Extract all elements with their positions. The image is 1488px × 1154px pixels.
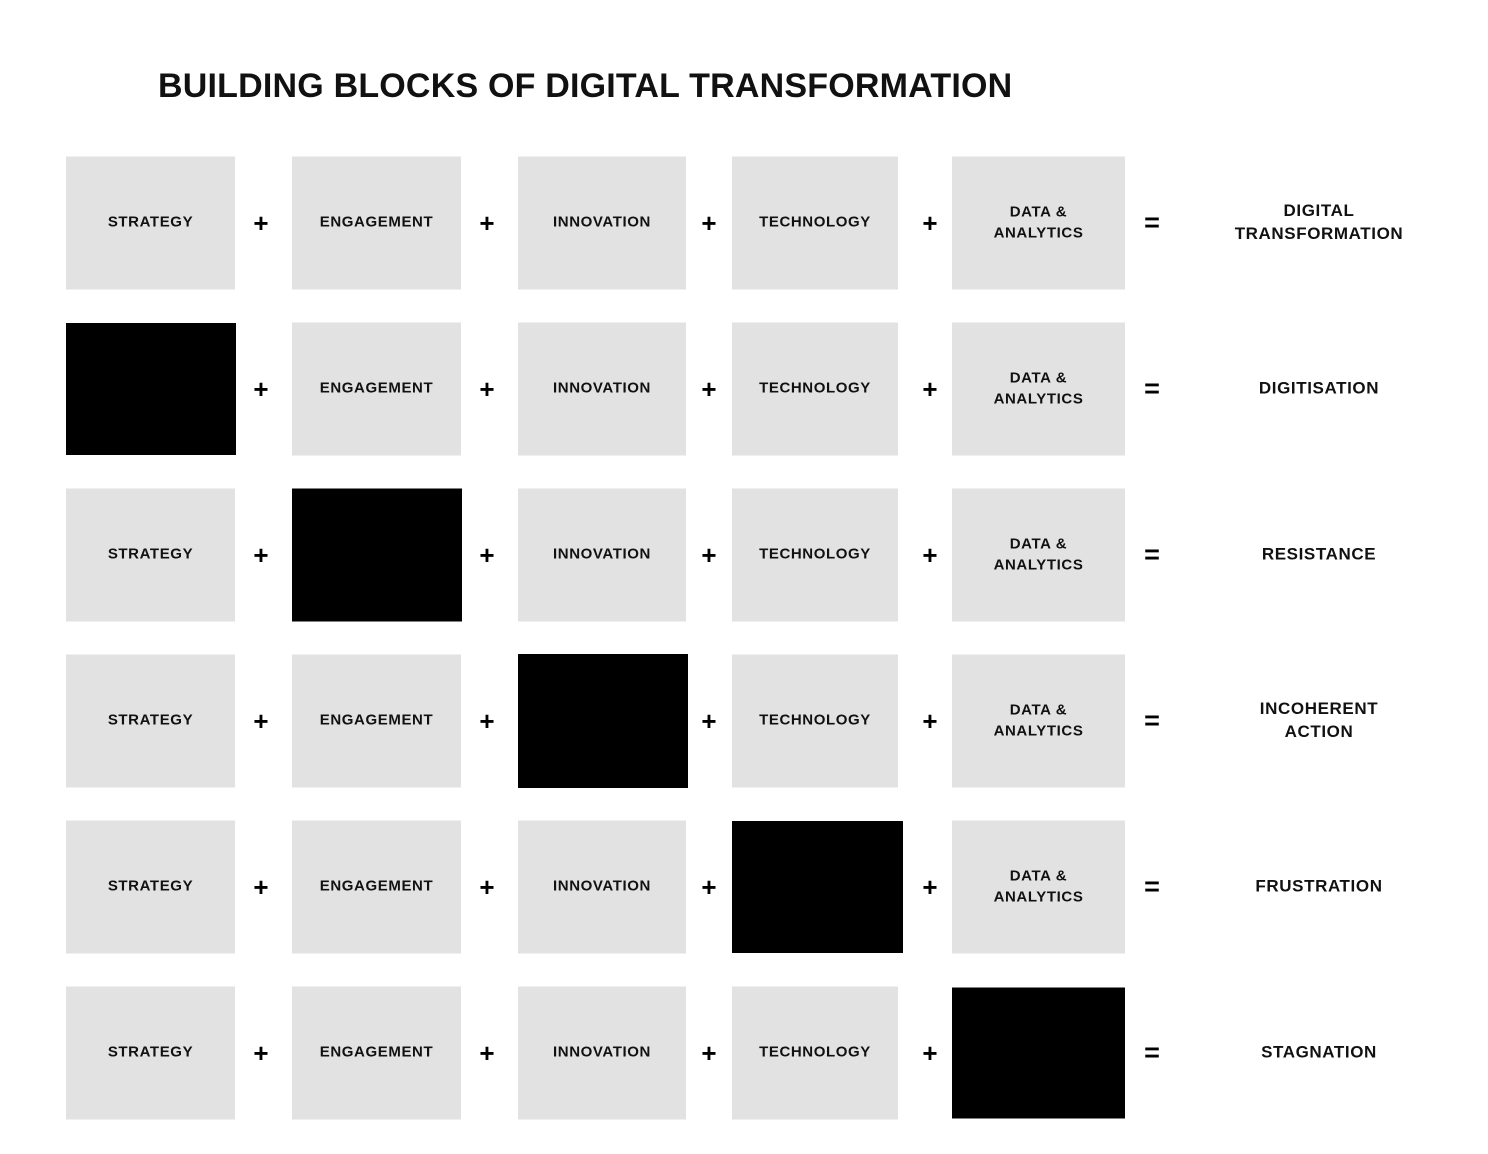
equation-result: INCOHERENT ACTION bbox=[1259, 699, 1379, 741]
block-innovation[interactable]: INNOVATION bbox=[518, 322, 686, 456]
block-technology[interactable]: TECHNOLOGY bbox=[732, 322, 898, 456]
block-strategy[interactable]: STRATEGY bbox=[66, 820, 235, 954]
block-label: STRATEGY bbox=[107, 1043, 194, 1061]
plus-icon: + bbox=[253, 540, 269, 570]
block-label: TECHNOLOGY bbox=[759, 545, 871, 563]
equation-result: DIGITAL TRANSFORMATION bbox=[1234, 201, 1404, 243]
block-innovation[interactable]: INNOVATION bbox=[518, 156, 686, 290]
plus-icon: + bbox=[479, 208, 495, 238]
block-strategy-missing[interactable]: STRATEGY bbox=[66, 323, 236, 455]
block-data_analytics[interactable]: DATA & ANALYTICS bbox=[952, 654, 1125, 788]
plus-icon: + bbox=[922, 374, 938, 404]
equation-row: STRATEGY + ENGAGEMENT + INNOVATION + TECHNOLOG… bbox=[0, 804, 1488, 970]
equation-row: STRATEGY + ENGAGEMENT + INNOVATION + TECHNOLOG… bbox=[0, 140, 1488, 306]
block-engagement-missing[interactable]: ENGAGEMENT bbox=[292, 488, 462, 622]
block-label: STRATEGY bbox=[107, 711, 194, 729]
equals-icon: = bbox=[1144, 705, 1160, 736]
equation-result: STAGNATION bbox=[1261, 1042, 1377, 1062]
block-label: INNOVATION bbox=[553, 545, 651, 563]
block-label: ENGAGEMENT bbox=[319, 877, 434, 895]
plus-icon: + bbox=[253, 208, 269, 238]
plus-icon: + bbox=[479, 374, 495, 404]
plus-icon: + bbox=[701, 540, 717, 570]
block-label: INNOVATION bbox=[553, 379, 651, 397]
equals-icon: = bbox=[1144, 207, 1160, 238]
plus-icon: + bbox=[253, 374, 269, 404]
block-label: TECHNOLOGY bbox=[759, 213, 871, 231]
block-engagement[interactable]: ENGAGEMENT bbox=[292, 820, 461, 954]
block-technology[interactable]: TECHNOLOGY bbox=[732, 986, 898, 1120]
block-label: INNOVATION bbox=[553, 877, 651, 895]
block-technology[interactable]: TECHNOLOGY bbox=[732, 654, 898, 788]
block-engagement[interactable]: ENGAGEMENT bbox=[292, 156, 461, 290]
block-technology-missing[interactable]: TECHNOLOGY bbox=[732, 821, 903, 953]
equals-icon: = bbox=[1144, 871, 1160, 902]
block-data_analytics[interactable]: DATA & ANALYTICS bbox=[952, 820, 1125, 954]
plus-icon: + bbox=[922, 540, 938, 570]
block-label: ENGAGEMENT bbox=[319, 711, 434, 729]
plus-icon: + bbox=[922, 208, 938, 238]
plus-icon: + bbox=[922, 1038, 938, 1068]
block-engagement[interactable]: ENGAGEMENT bbox=[292, 654, 461, 788]
block-label: DATA & ANALYTICS bbox=[993, 369, 1084, 407]
plus-icon: + bbox=[701, 374, 717, 404]
equals-icon: = bbox=[1144, 539, 1160, 570]
block-label: ENGAGEMENT bbox=[319, 379, 434, 397]
block-technology[interactable]: TECHNOLOGY bbox=[732, 156, 898, 290]
plus-icon: + bbox=[479, 872, 495, 902]
block-label: DATA & ANALYTICS bbox=[993, 867, 1084, 905]
block-label: DATA & ANALYTICS bbox=[993, 203, 1084, 241]
equation-row: STRATEGY + ENGAGEMENT + INNOVATION + TECHNOLOG… bbox=[0, 306, 1488, 472]
equals-icon: = bbox=[1144, 373, 1160, 404]
block-strategy[interactable]: STRATEGY bbox=[66, 654, 235, 788]
plus-icon: + bbox=[253, 706, 269, 736]
block-label: INNOVATION bbox=[553, 213, 651, 231]
block-strategy[interactable]: STRATEGY bbox=[66, 156, 235, 290]
block-label: TECHNOLOGY bbox=[759, 1043, 871, 1061]
block-strategy[interactable]: STRATEGY bbox=[66, 488, 235, 622]
block-label: ENGAGEMENT bbox=[319, 1043, 434, 1061]
plus-icon: + bbox=[701, 208, 717, 238]
plus-icon: + bbox=[479, 540, 495, 570]
block-innovation[interactable]: INNOVATION bbox=[518, 820, 686, 954]
plus-icon: + bbox=[479, 1038, 495, 1068]
block-technology[interactable]: TECHNOLOGY bbox=[732, 488, 898, 622]
equation-list: STRATEGY + ENGAGEMENT + INNOVATION + TECHNOLOG… bbox=[0, 140, 1488, 1136]
plus-icon: + bbox=[922, 872, 938, 902]
block-engagement[interactable]: ENGAGEMENT bbox=[292, 986, 461, 1120]
plus-icon: + bbox=[479, 706, 495, 736]
block-label: TECHNOLOGY bbox=[759, 711, 871, 729]
plus-icon: + bbox=[253, 1038, 269, 1068]
block-innovation[interactable]: INNOVATION bbox=[518, 986, 686, 1120]
block-data_analytics[interactable]: DATA & ANALYTICS bbox=[952, 488, 1125, 622]
block-engagement[interactable]: ENGAGEMENT bbox=[292, 322, 461, 456]
equation-result: DIGITISATION bbox=[1258, 378, 1380, 398]
block-label: DATA & ANALYTICS bbox=[993, 535, 1084, 573]
block-label: STRATEGY bbox=[107, 213, 194, 231]
plus-icon: + bbox=[701, 872, 717, 902]
plus-icon: + bbox=[701, 1038, 717, 1068]
equals-icon: = bbox=[1144, 1037, 1160, 1068]
page-title: BUILDING BLOCKS OF DIGITAL TRANSFORMATIO… bbox=[158, 66, 1013, 105]
equation-row: STRATEGY + ENGAGEMENT + INNOVATION + TECHNOLOG… bbox=[0, 472, 1488, 638]
plus-icon: + bbox=[922, 706, 938, 736]
equation-result: FRUSTRATION bbox=[1255, 876, 1383, 896]
equation-row: STRATEGY + ENGAGEMENT + INNOVATION + TECHNOLOG… bbox=[0, 970, 1488, 1136]
block-label: TECHNOLOGY bbox=[759, 379, 871, 397]
block-data_analytics[interactable]: DATA & ANALYTICS bbox=[952, 322, 1125, 456]
equation-result: RESISTANCE bbox=[1261, 544, 1377, 564]
block-label: INNOVATION bbox=[553, 1043, 651, 1061]
block-label: STRATEGY bbox=[107, 545, 194, 563]
equation-row: STRATEGY + ENGAGEMENT + INNOVATION + TECHNOLOG… bbox=[0, 638, 1488, 804]
block-label: STRATEGY bbox=[107, 877, 194, 895]
block-innovation[interactable]: INNOVATION bbox=[518, 488, 686, 622]
plus-icon: + bbox=[701, 706, 717, 736]
block-data_analytics-missing[interactable]: DATA & ANALYTICS bbox=[952, 987, 1125, 1119]
block-label: DATA & ANALYTICS bbox=[993, 701, 1084, 739]
block-label: ENGAGEMENT bbox=[319, 213, 434, 231]
block-strategy[interactable]: STRATEGY bbox=[66, 986, 235, 1120]
plus-icon: + bbox=[253, 872, 269, 902]
block-innovation-missing[interactable]: INNOVATION bbox=[518, 654, 688, 788]
block-data_analytics[interactable]: DATA & ANALYTICS bbox=[952, 156, 1125, 290]
